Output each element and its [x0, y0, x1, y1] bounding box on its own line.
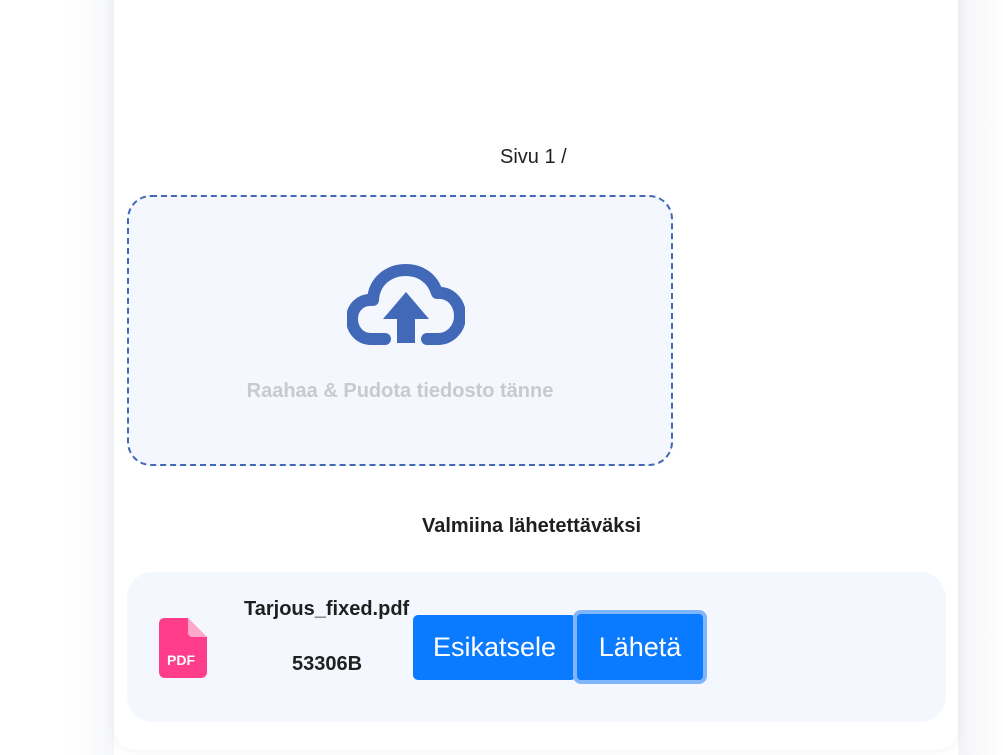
- file-size: 53306B: [292, 653, 363, 675]
- dropzone-instructions: Raahaa & Pudota tiedosto tänne: [246, 380, 554, 402]
- pdf-icon-label: PDF: [167, 652, 195, 668]
- ready-to-send-heading: Valmiina lähetettäväksi: [422, 515, 642, 537]
- cloud-upload-icon: [347, 264, 465, 345]
- page-indicator: Sivu 1 /: [500, 146, 567, 168]
- page-background-left: [0, 0, 114, 755]
- preview-button[interactable]: Esikatsele: [413, 615, 576, 680]
- file-dropzone[interactable]: Raahaa & Pudota tiedosto tänne: [127, 195, 673, 466]
- pdf-file-icon: PDF: [159, 618, 207, 678]
- page-background-right: [958, 0, 1003, 755]
- file-list-item: PDF Tarjous_fixed.pdf 53306B Esikatsele …: [127, 572, 946, 722]
- file-name: Tarjous_fixed.pdf: [244, 598, 410, 620]
- send-button[interactable]: Lähetä: [573, 610, 707, 684]
